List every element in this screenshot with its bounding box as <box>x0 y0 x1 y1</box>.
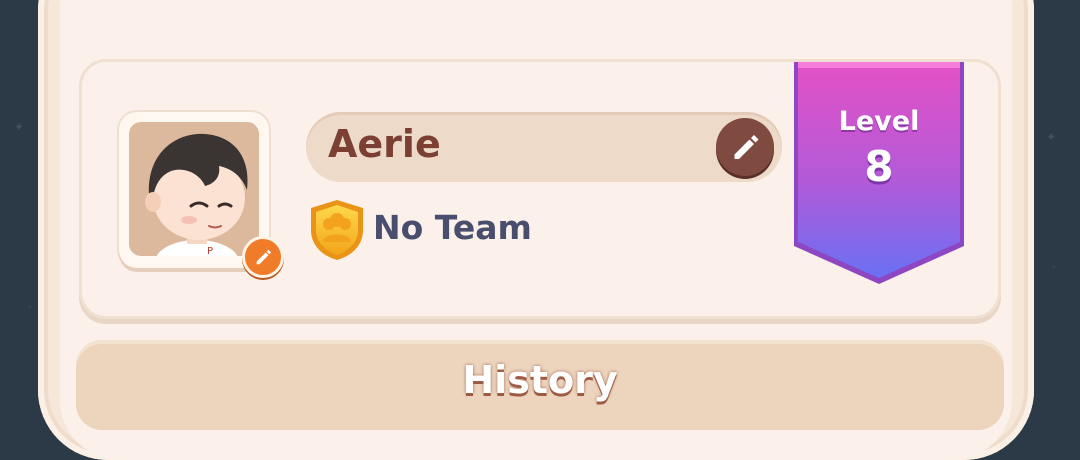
svg-text:P: P <box>207 246 213 256</box>
history-tab-label: History <box>462 358 618 402</box>
team-name[interactable]: No Team <box>373 208 532 247</box>
player-name: Aerie <box>328 122 441 166</box>
pencil-icon <box>734 135 759 159</box>
level-label: Level <box>838 106 920 137</box>
avatar-edit-button[interactable] <box>242 236 284 278</box>
avatar: P <box>129 122 259 256</box>
pencil-icon <box>256 249 272 265</box>
level-value: 8 <box>864 142 894 191</box>
team-shield-icon <box>305 198 369 262</box>
name-edit-button[interactable] <box>716 118 774 176</box>
